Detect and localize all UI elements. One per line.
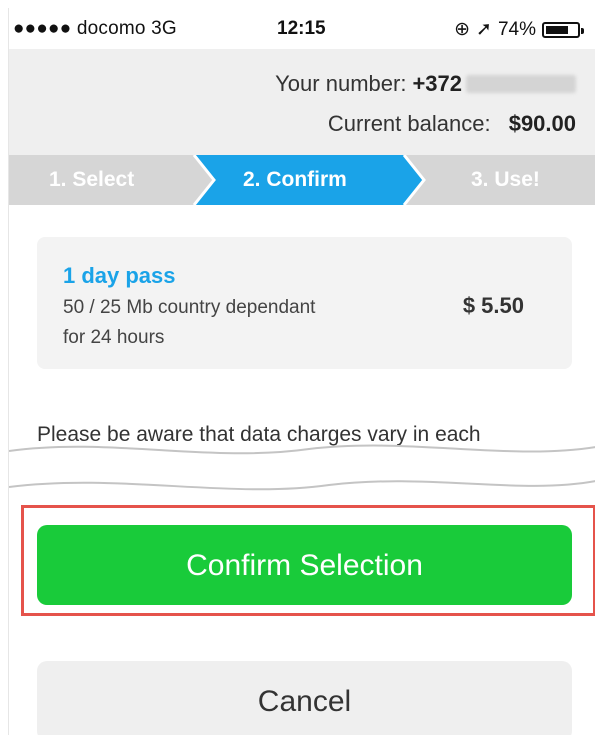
number-label: Your number: — [275, 71, 407, 96]
pass-price: $ 5.50 — [462, 293, 524, 318]
location-arrow-icon: ➚ — [476, 19, 492, 40]
balance-label: Current balance: — [327, 111, 491, 136]
clock: 12:15 — [277, 18, 326, 39]
carrier-label: ●●●●● docomo 3G — [13, 18, 177, 39]
current-balance: Current balance: $90.00 — [328, 111, 576, 137]
battery-percent: 74% — [497, 18, 536, 40]
battery-icon — [542, 21, 584, 38]
redacted-number — [466, 75, 576, 93]
number-prefix: +372 — [412, 71, 462, 96]
pass-data-amount: 50 / 25 Mb country dependant — [63, 297, 316, 318]
pass-card: 1 day pass 50 / 25 Mb country dependant … — [37, 237, 572, 369]
confirm-selection-button[interactable]: Confirm Selection — [37, 525, 572, 605]
pass-title: 1 day pass — [63, 263, 176, 288]
pass-duration: for 24 hours — [63, 327, 165, 348]
step-use[interactable]: 3. Use! — [471, 168, 540, 192]
status-right: ⊕ ➚ 74% — [454, 18, 584, 41]
phone-screen: ●●●●● docomo 3G 12:15 ⊕ ➚ 74% Your numbe… — [8, 8, 595, 735]
orientation-lock-icon: ⊕ — [454, 19, 471, 40]
step-select[interactable]: 1. Select — [49, 168, 134, 192]
account-header: Your number: +372 Current balance: $90.0… — [9, 49, 595, 155]
status-bar: ●●●●● docomo 3G 12:15 ⊕ ➚ 74% — [9, 8, 595, 48]
step-indicator: 1. Select 2. Confirm 3. Use! — [9, 155, 595, 205]
torn-edge-divider — [9, 444, 595, 507]
your-number: Your number: +372 — [275, 71, 576, 97]
main-content: 1 day pass 50 / 25 Mb country dependant … — [9, 205, 595, 735]
balance-value: $90.00 — [508, 111, 576, 136]
step-confirm[interactable]: 2. Confirm — [243, 168, 347, 192]
battery-fill — [546, 25, 568, 34]
cancel-button[interactable]: Cancel — [37, 661, 572, 735]
